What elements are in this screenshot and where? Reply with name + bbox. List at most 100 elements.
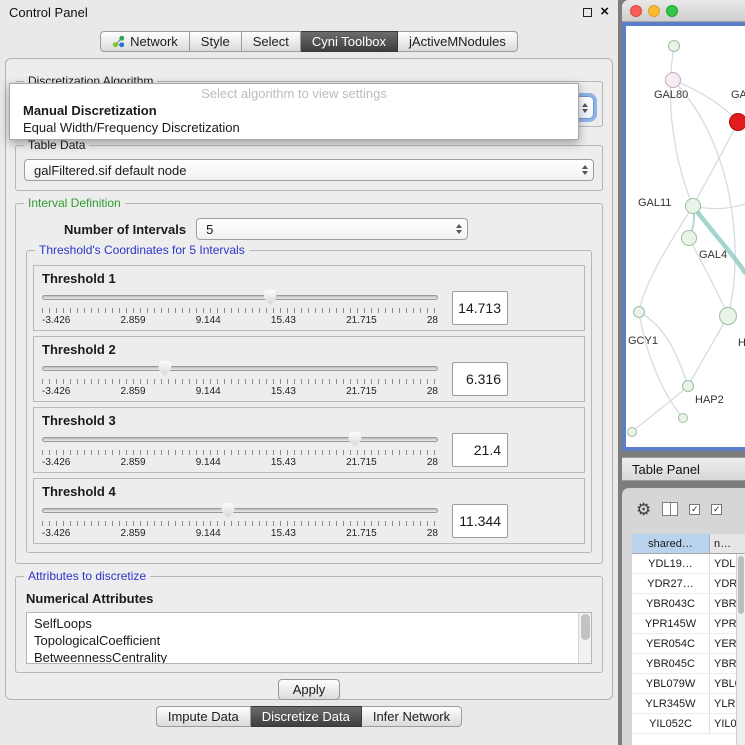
table-scrollbar[interactable] bbox=[736, 554, 745, 745]
tab-discretize-data[interactable]: Discretize Data bbox=[251, 706, 362, 727]
numerical-attributes-list[interactable]: SelfLoopsTopologicalCoefficientBetweenne… bbox=[26, 612, 592, 664]
table-row[interactable]: YBL079WYBL0… bbox=[632, 674, 745, 694]
table-row[interactable]: YER054CYER0… bbox=[632, 634, 745, 654]
network-node[interactable] bbox=[665, 72, 681, 88]
cell-shared-name: YBL079W bbox=[632, 674, 710, 693]
minimize-traffic-light-icon[interactable] bbox=[648, 5, 660, 17]
network-tab-icon bbox=[112, 35, 125, 48]
table-data-value: galFiltered.sif default node bbox=[34, 163, 186, 178]
threshold-row: Threshold 1-3.4262.8599.14415.4321.71528… bbox=[33, 265, 585, 331]
bottom-tabs: Impute Data Discretize Data Infer Networ… bbox=[156, 706, 462, 727]
table-row[interactable]: YPR145WYPR1… bbox=[632, 614, 745, 634]
tick-label: 15.43 bbox=[271, 315, 296, 326]
tab-select[interactable]: Select bbox=[242, 31, 301, 52]
attribute-items: SelfLoopsTopologicalCoefficientBetweenne… bbox=[34, 615, 575, 664]
columns-icon[interactable] bbox=[662, 502, 678, 516]
threshold-slider[interactable] bbox=[42, 290, 438, 305]
gear-icon[interactable]: ⚙ bbox=[636, 501, 651, 518]
slider-handle-icon[interactable] bbox=[348, 432, 361, 447]
dropdown-option-equal-width[interactable]: Equal Width/Frequency Discretization bbox=[10, 119, 578, 136]
table-row[interactable]: YIL052CYIL0… bbox=[632, 714, 745, 734]
column-header-shared-name[interactable]: shared… bbox=[632, 534, 710, 553]
tab-style[interactable]: Style bbox=[190, 31, 242, 52]
zoom-traffic-light-icon[interactable] bbox=[666, 5, 678, 17]
network-node[interactable] bbox=[633, 306, 645, 318]
tick-label: 9.144 bbox=[196, 457, 221, 468]
slider-handle-icon[interactable] bbox=[264, 290, 277, 305]
screen: Control Panel × Network bbox=[0, 0, 745, 745]
cell-shared-name: YLR345W bbox=[632, 694, 710, 713]
network-node[interactable] bbox=[627, 427, 637, 437]
attributes-scrollbar[interactable] bbox=[578, 613, 591, 663]
table-scrollbar-thumb[interactable] bbox=[738, 556, 744, 614]
tick-label: 28 bbox=[427, 386, 438, 397]
network-node[interactable] bbox=[729, 113, 745, 131]
control-panel-title: Control Panel bbox=[9, 5, 88, 20]
network-node-label: H bbox=[738, 337, 745, 349]
slider-column: -3.4262.8599.14415.4321.71528 bbox=[42, 361, 438, 397]
table-row[interactable]: YBR045CYBR0… bbox=[632, 654, 745, 674]
threshold-value-field[interactable]: 11.344 bbox=[452, 504, 508, 538]
close-traffic-light-icon[interactable] bbox=[630, 5, 642, 17]
table-row[interactable]: YBR043CYBR0… bbox=[632, 594, 745, 614]
threshold-value-field[interactable]: 14.713 bbox=[452, 291, 508, 325]
slider-handle-icon[interactable] bbox=[158, 361, 171, 376]
slider-tick-labels: -3.4262.8599.14415.4321.71528 bbox=[42, 386, 438, 397]
tab-cyni-toolbox-label: Cyni Toolbox bbox=[312, 34, 386, 49]
select-all-check-icon[interactable]: ✓ bbox=[689, 504, 700, 515]
network-window-titlebar bbox=[622, 0, 745, 22]
tab-cyni-toolbox[interactable]: Cyni Toolbox bbox=[301, 31, 398, 52]
threshold-value-field[interactable]: 21.4 bbox=[452, 433, 508, 467]
network-node[interactable] bbox=[668, 40, 680, 52]
tick-label: 9.144 bbox=[196, 528, 221, 539]
tick-label: 28 bbox=[427, 315, 438, 326]
network-node[interactable] bbox=[719, 307, 737, 325]
tick-label: -3.426 bbox=[42, 457, 70, 468]
tab-network[interactable]: Network bbox=[100, 31, 190, 52]
tab-style-label: Style bbox=[201, 34, 230, 49]
apply-button[interactable]: Apply bbox=[278, 679, 340, 700]
tab-impute-data[interactable]: Impute Data bbox=[156, 706, 251, 727]
network-node[interactable] bbox=[681, 230, 697, 246]
float-window-icon[interactable] bbox=[583, 8, 592, 17]
number-of-intervals-value: 5 bbox=[206, 222, 213, 237]
close-icon[interactable]: × bbox=[600, 7, 609, 17]
select-none-check-icon[interactable]: ✓ bbox=[711, 504, 722, 515]
threshold-slider[interactable] bbox=[42, 432, 438, 447]
table-row[interactable]: YDL19…YDL1… bbox=[632, 554, 745, 574]
slider-track-bar bbox=[42, 295, 438, 300]
number-of-intervals-combobox[interactable]: 5 bbox=[196, 218, 468, 240]
highlighted-edge bbox=[693, 206, 745, 274]
table-data-combobox[interactable]: galFiltered.sif default node bbox=[24, 159, 594, 181]
attribute-list-item[interactable]: SelfLoops bbox=[34, 615, 575, 632]
network-node[interactable] bbox=[678, 413, 688, 423]
combo-stepper-icon bbox=[582, 165, 593, 175]
tab-jactivemnodules[interactable]: jActiveMNodules bbox=[398, 31, 518, 52]
slider-column: -3.4262.8599.14415.4321.71528 bbox=[42, 432, 438, 468]
network-node[interactable] bbox=[685, 198, 701, 214]
threshold-slider[interactable] bbox=[42, 503, 438, 518]
tick-label: 21.715 bbox=[346, 528, 377, 539]
threshold-label: Threshold 3 bbox=[42, 413, 576, 428]
cell-shared-name: YDL19… bbox=[632, 554, 710, 573]
slider-handle-icon[interactable] bbox=[222, 503, 235, 518]
column-header-name[interactable]: n… bbox=[710, 534, 745, 553]
threshold-value-field[interactable]: 6.316 bbox=[452, 362, 508, 396]
threshold-slider[interactable] bbox=[42, 361, 438, 376]
tick-label: 28 bbox=[427, 528, 438, 539]
tick-label: 28 bbox=[427, 457, 438, 468]
table-row[interactable]: YDR27…YDR2… bbox=[632, 574, 745, 594]
slider-column: -3.4262.8599.14415.4321.71528 bbox=[42, 503, 438, 539]
network-node[interactable] bbox=[682, 380, 694, 392]
threshold-slider-area: -3.4262.8599.14415.4321.71528 21.4 bbox=[42, 432, 576, 468]
tab-infer-network[interactable]: Infer Network bbox=[362, 706, 462, 727]
table-row[interactable]: YLR345WYLR3… bbox=[632, 694, 745, 714]
dropdown-option-manual[interactable]: Manual Discretization bbox=[10, 102, 578, 119]
network-view[interactable]: GAL80GAGAL11GAL4GCY1HHAP2 bbox=[622, 22, 745, 451]
attribute-list-item[interactable]: TopologicalCoefficient bbox=[34, 632, 575, 649]
control-panel: Control Panel × Network bbox=[0, 0, 618, 745]
scrollbar-thumb[interactable] bbox=[581, 614, 590, 640]
threshold-row: Threshold 2-3.4262.8599.14415.4321.71528… bbox=[33, 336, 585, 402]
top-tab-strip: Network Style Select Cyni Toolbox jActiv… bbox=[0, 31, 618, 52]
attribute-list-item[interactable]: BetweennessCentrality bbox=[34, 649, 575, 664]
